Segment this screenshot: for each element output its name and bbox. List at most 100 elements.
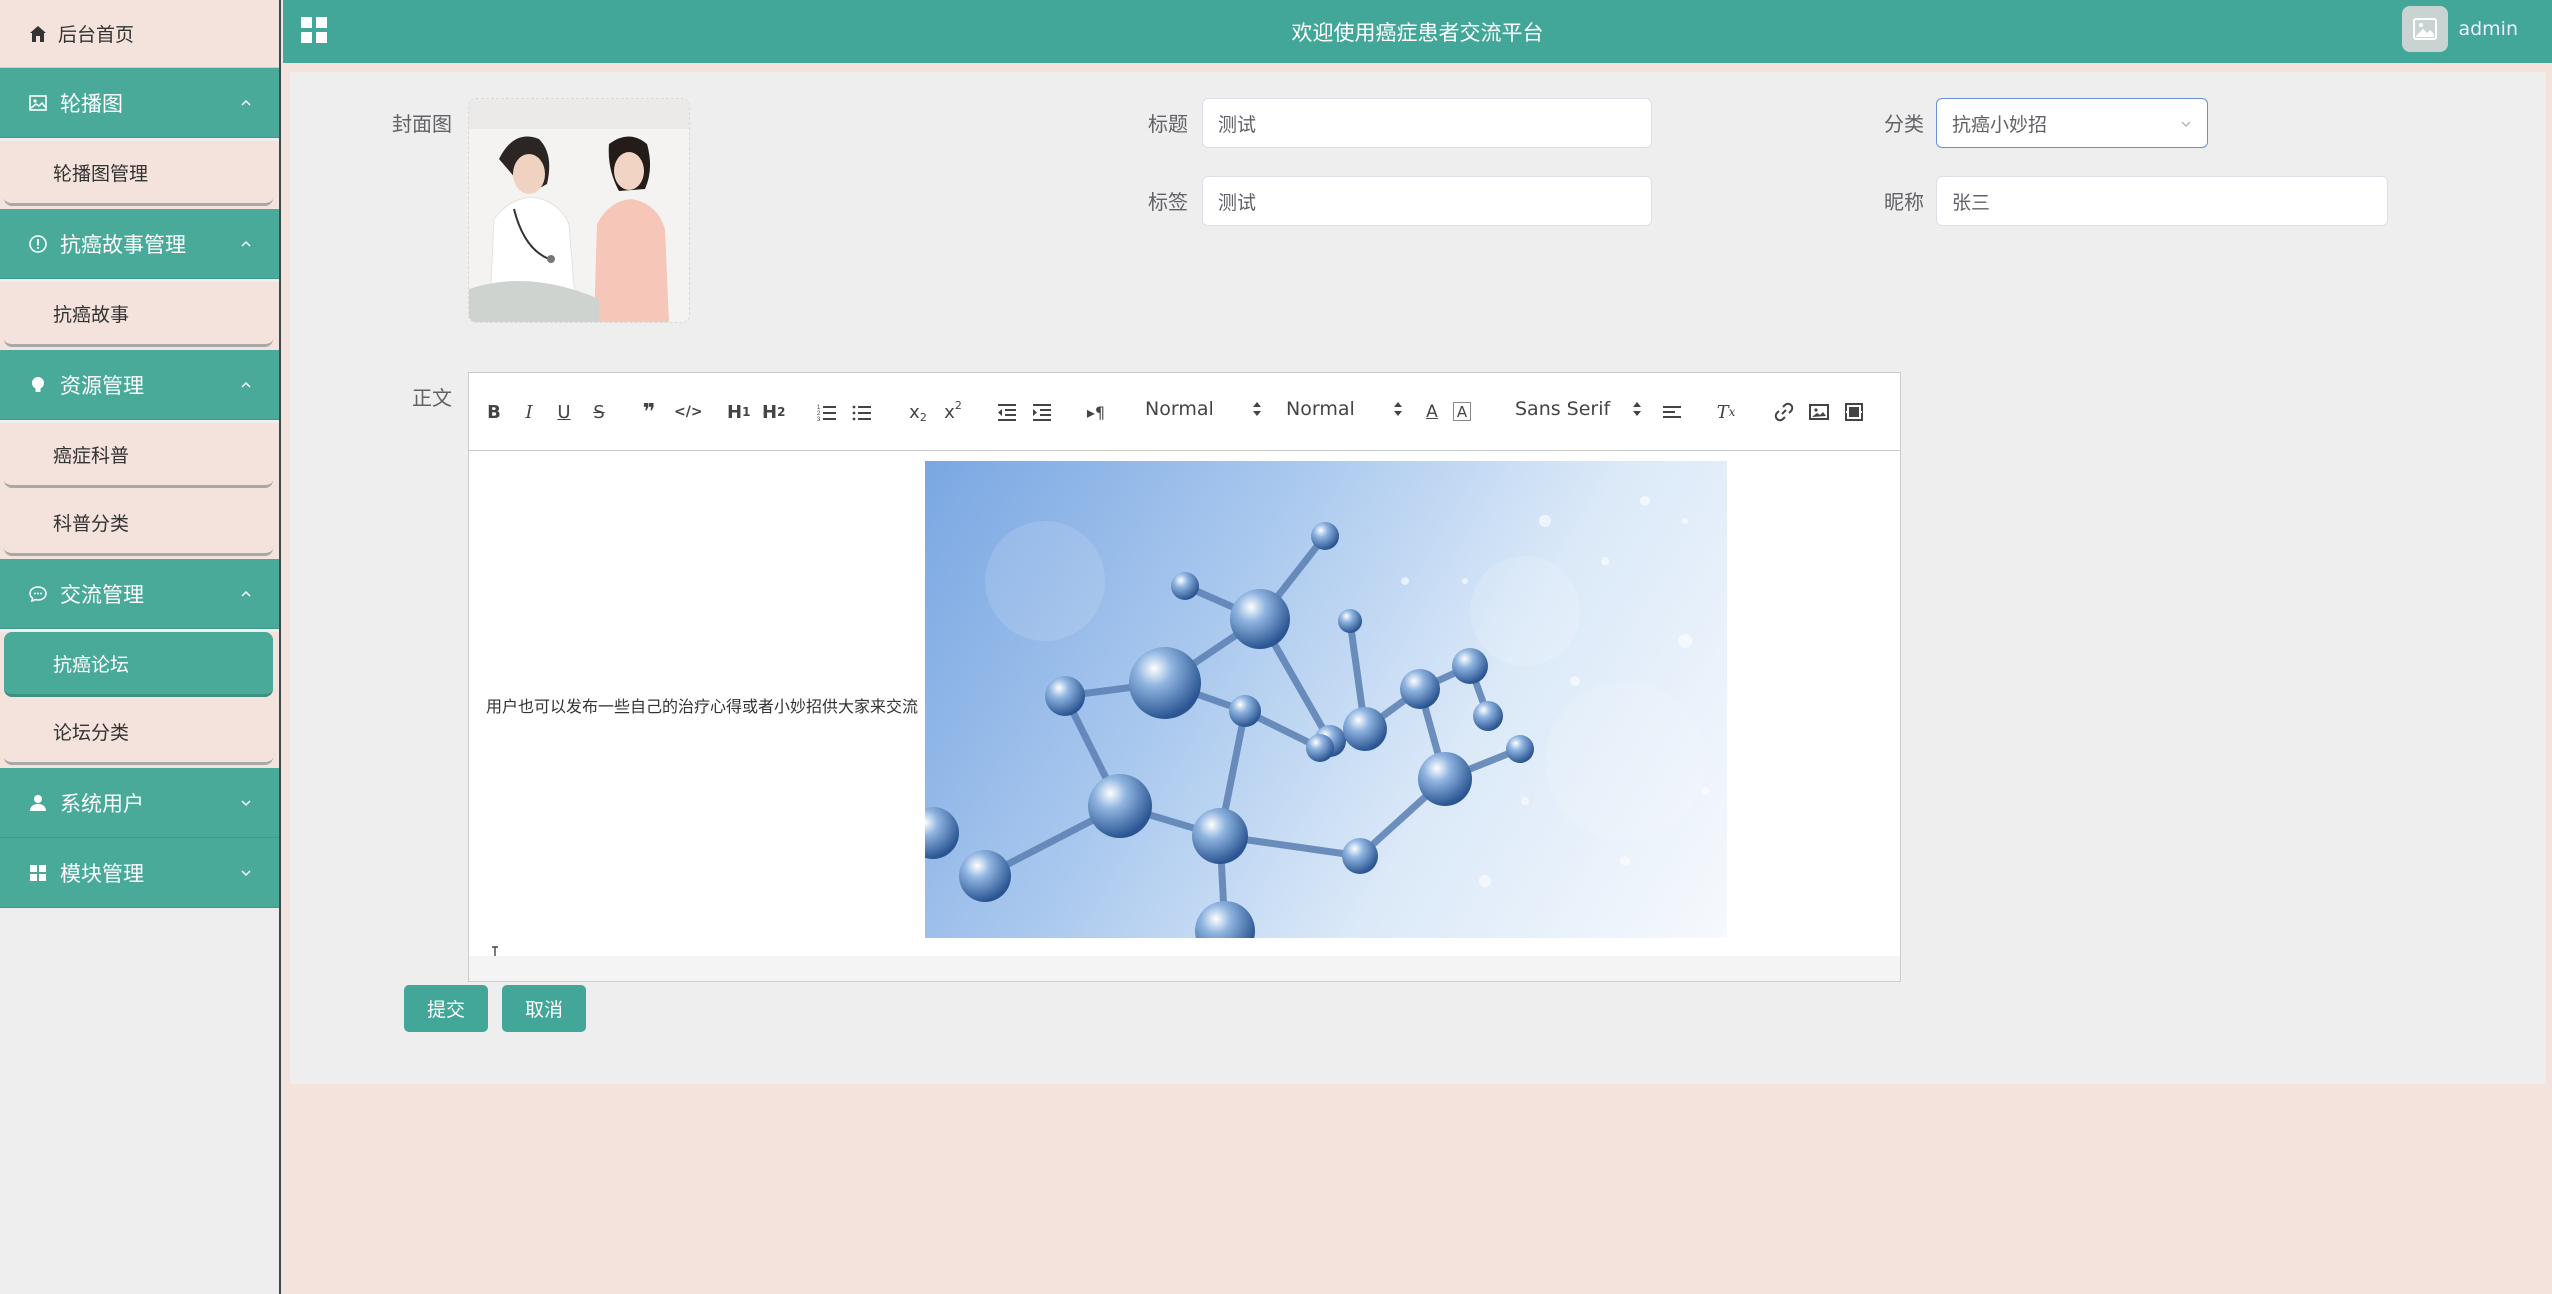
indent-icon[interactable]	[1031, 400, 1053, 424]
nickname-input-value: 张三	[1952, 191, 1991, 214]
sidebar-item-cancer-science[interactable]: 癌症科普	[4, 423, 273, 488]
size-select[interactable]: Normal	[1286, 398, 1403, 420]
chat-bubble-icon	[29, 585, 47, 602]
tag-input-value: 测试	[1218, 191, 1257, 214]
editor-text: 用户也可以发布一些自己的治疗心得或者小妙招供大家来交流	[486, 697, 919, 716]
editor-scroll-area	[469, 956, 1900, 981]
sidebar-group-label: 模块管理	[60, 861, 144, 886]
superscript-icon[interactable]: x2	[942, 399, 964, 424]
sidebar: 后台首页 轮播图 轮播图管理 抗癌故事管理 抗癌故事 资源管理 癌症科普 科普分…	[0, 0, 281, 1294]
sidebar-group-label: 系统用户	[60, 791, 144, 816]
nickname-label: 昵称	[1884, 190, 1924, 214]
updown-arrow-icon	[1252, 402, 1261, 416]
code-block-icon[interactable]: </>	[674, 400, 703, 424]
picture-icon	[29, 94, 47, 111]
user-menu[interactable]: admin	[2402, 6, 2518, 52]
sidebar-item-label: 轮播图管理	[53, 162, 149, 185]
sidebar-item-forum-category[interactable]: 论坛分类	[4, 700, 273, 765]
editor-toolbar: B I U S ❞ </> H1 H2 123 x2 x2 ▸¶ Normal …	[469, 373, 1900, 451]
home-icon	[30, 25, 46, 42]
updown-arrow-icon	[1633, 402, 1642, 416]
sidebar-group-system-users[interactable]: 系统用户	[0, 768, 279, 838]
sidebar-group-stories[interactable]: 抗癌故事管理	[0, 209, 279, 279]
heading2-icon[interactable]: H2	[762, 400, 785, 424]
sidebar-group-modules[interactable]: 模块管理	[0, 838, 279, 908]
sidebar-item-label: 科普分类	[53, 512, 130, 535]
cover-label: 封面图	[392, 112, 452, 136]
sidebar-item-science-category[interactable]: 科普分类	[4, 491, 273, 556]
updown-arrow-icon	[1393, 402, 1402, 416]
nickname-input[interactable]: 张三	[1936, 176, 2388, 226]
chevron-up-icon	[241, 99, 251, 106]
sidebar-group-carousel[interactable]: 轮播图	[0, 68, 279, 138]
sidebar-group-label: 资源管理	[60, 373, 144, 398]
sidebar-group-label: 交流管理	[60, 582, 144, 607]
chevron-up-icon	[241, 590, 251, 597]
top-header: 欢迎使用癌症患者交流平台 admin	[283, 0, 2552, 63]
avatar[interactable]	[2402, 6, 2449, 52]
italic-icon[interactable]: I	[518, 400, 540, 424]
sidebar-group-label: 抗癌故事管理	[60, 232, 186, 257]
text-color-icon[interactable]: A	[1421, 400, 1443, 424]
blockquote-icon[interactable]: ❞	[638, 400, 660, 425]
bold-icon[interactable]: B	[483, 400, 505, 424]
editor-content[interactable]: 用户也可以发布一些自己的治疗心得或者小妙招供大家来交流	[469, 451, 1900, 981]
image-icon[interactable]	[1808, 400, 1830, 424]
header-select[interactable]: Normal	[1145, 398, 1262, 420]
page-title: 欢迎使用癌症患者交流平台	[1291, 20, 1544, 45]
sidebar-group-label: 轮播图	[60, 91, 123, 116]
ordered-list-icon[interactable]: 123	[816, 400, 838, 424]
clear-format-icon[interactable]: Tx	[1715, 400, 1737, 424]
user-icon	[30, 794, 46, 811]
grid-menu-icon[interactable]	[299, 15, 329, 45]
molecule-image	[925, 461, 1727, 938]
sidebar-item-label: 抗癌故事	[53, 303, 130, 326]
title-label: 标题	[1148, 112, 1188, 136]
heading1-icon[interactable]: H1	[727, 400, 750, 424]
username: admin	[2458, 18, 2518, 40]
sidebar-item-label: 癌症科普	[53, 444, 130, 467]
outdent-icon[interactable]	[996, 400, 1018, 424]
sidebar-group-resources[interactable]: 资源管理	[0, 350, 279, 420]
sidebar-item-label: 论坛分类	[53, 721, 130, 744]
image-placeholder-icon	[2413, 18, 2438, 40]
cover-image	[469, 99, 689, 322]
title-input[interactable]: 测试	[1202, 98, 1652, 148]
rich-text-editor: B I U S ❞ </> H1 H2 123 x2 x2 ▸¶ Normal …	[468, 372, 1901, 982]
sidebar-item-home-label: 后台首页	[58, 24, 135, 46]
grid-icon	[30, 864, 46, 881]
sidebar-item-label: 抗癌论坛	[53, 653, 130, 676]
sidebar-item-stories[interactable]: 抗癌故事	[4, 282, 273, 347]
bullet-list-icon[interactable]	[851, 400, 873, 424]
link-icon[interactable]	[1773, 400, 1795, 424]
font-select[interactable]: Sans Serif	[1515, 398, 1642, 420]
sidebar-group-communication[interactable]: 交流管理	[0, 559, 279, 629]
chevron-up-icon	[241, 381, 251, 388]
header-select-value: Normal	[1145, 398, 1214, 420]
title-input-value: 测试	[1218, 113, 1257, 136]
sidebar-item-home[interactable]: 后台首页	[0, 0, 279, 68]
text-direction-icon[interactable]: ▸¶	[1085, 400, 1107, 424]
category-select[interactable]: 抗癌小妙招	[1936, 98, 2208, 148]
sidebar-item-carousel-manage[interactable]: 轮播图管理	[4, 141, 273, 206]
video-icon[interactable]	[1843, 400, 1865, 424]
tag-input[interactable]: 测试	[1202, 176, 1652, 226]
chevron-up-icon	[241, 240, 251, 247]
category-label: 分类	[1884, 112, 1924, 136]
cover-image-upload[interactable]	[468, 98, 690, 323]
submit-button[interactable]: 提交	[404, 985, 488, 1032]
size-select-value: Normal	[1286, 398, 1355, 420]
align-icon[interactable]	[1661, 400, 1683, 424]
svg-text:3: 3	[817, 417, 821, 423]
cancel-button[interactable]: 取消	[502, 985, 586, 1032]
background-color-icon[interactable]: A	[1453, 402, 1471, 421]
form-panel: 封面图 标题 测试 分类 抗癌小妙招 标签 测试 昵称 张三 正文 B I U …	[290, 72, 2546, 1084]
body-label: 正文	[412, 386, 452, 410]
lightbulb-icon	[32, 376, 44, 392]
subscript-icon[interactable]: x2	[907, 400, 929, 424]
underline-icon[interactable]: U	[553, 400, 575, 424]
sidebar-item-forum[interactable]: 抗癌论坛	[4, 632, 273, 697]
chevron-down-icon	[241, 799, 251, 806]
tag-label: 标签	[1148, 190, 1188, 214]
strikethrough-icon[interactable]: S	[588, 400, 610, 424]
